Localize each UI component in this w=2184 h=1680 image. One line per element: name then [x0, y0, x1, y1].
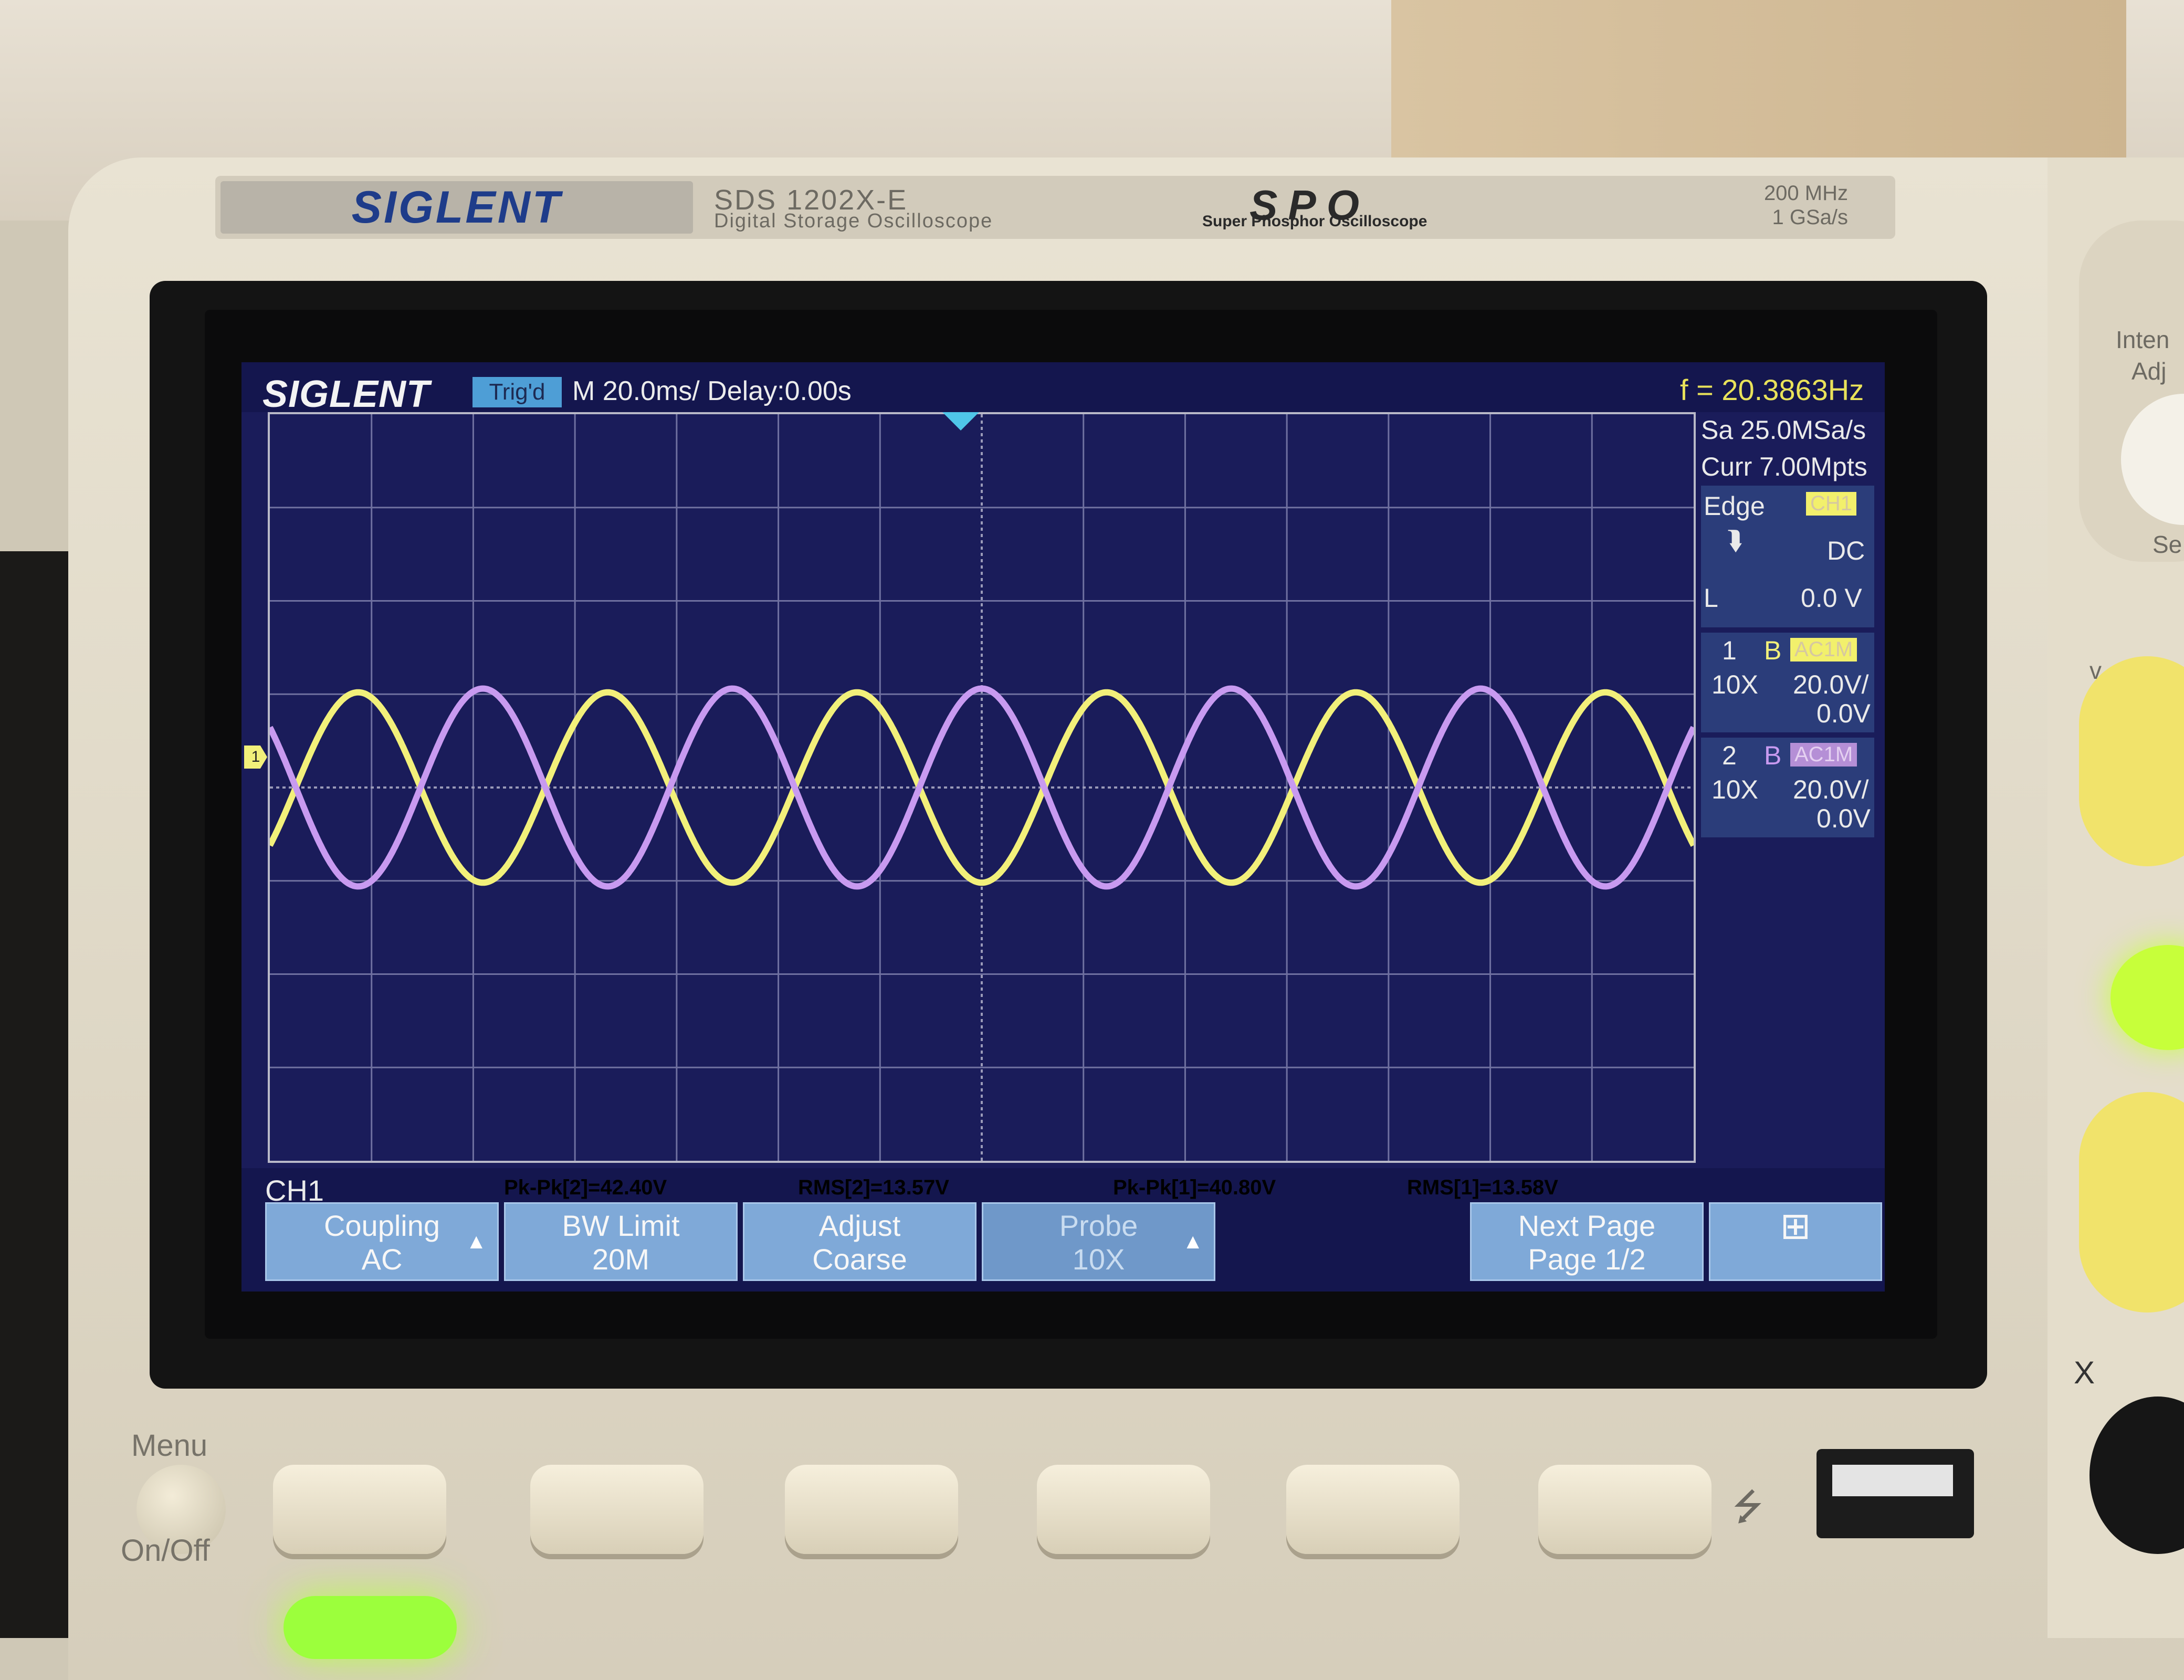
- screen-brand-logo: SIGLENT: [262, 373, 430, 415]
- timebase-readout: M 20.0ms/ Delay:0.00s: [572, 376, 852, 406]
- brand-logo: SIGLENT: [351, 182, 562, 233]
- ch1-vertical-knob[interactable]: [2079, 656, 2184, 866]
- next-page-softkey[interactable]: Next Page Page 1/2: [1470, 1202, 1704, 1281]
- softkey-3-button[interactable]: [785, 1465, 958, 1554]
- trigger-position-marker: [942, 412, 979, 430]
- vertical-label: v: [2090, 657, 2102, 684]
- measurement-rms-ch1: RMS[1]=13.58V: [1407, 1176, 1558, 1199]
- coupling-softkey-title: Coupling: [323, 1209, 440, 1242]
- adjust-softkey-title: Adjust: [818, 1209, 901, 1242]
- network-icon[interactable]: ⊞: [1709, 1202, 1882, 1281]
- select-label: Se: [2152, 531, 2182, 558]
- ch2-offset: 0.0V: [1816, 804, 1871, 833]
- ch1-position-knob[interactable]: [2079, 1092, 2184, 1312]
- adjust-label: Adj: [2132, 358, 2167, 385]
- falling-edge-icon: ⮯: [1727, 526, 1743, 555]
- waveform-grid: [268, 412, 1696, 1163]
- adjust-softkey[interactable]: Adjust Coarse: [743, 1202, 976, 1281]
- brand-plate: SIGLENT: [220, 181, 693, 234]
- info-side-panel: Sa 25.0MSa/s Curr 7.00Mpts Edge CH1 ⮯ DC…: [1701, 412, 1880, 1173]
- waveform-plot: [270, 414, 1694, 1161]
- coupling-softkey[interactable]: Coupling AC ▲: [265, 1202, 499, 1281]
- softkey-1-button[interactable]: [273, 1465, 446, 1554]
- trigger-source-tag: CH1: [1806, 492, 1857, 516]
- spec-label: 200 MHz 1 GSa/s: [1690, 181, 1848, 229]
- softkey-6-button[interactable]: [1538, 1465, 1712, 1554]
- ch1-probe: 10X: [1712, 670, 1758, 699]
- usb-port-slot: [1832, 1465, 1953, 1496]
- background-dark-area: [0, 551, 74, 1638]
- sample-rate-spec: 1 GSa/s: [1772, 206, 1848, 229]
- ch1-ground-marker[interactable]: 1: [244, 746, 267, 769]
- bw-limit-softkey[interactable]: BW Limit 20M: [504, 1202, 738, 1281]
- trigger-coupling: DC: [1827, 536, 1865, 565]
- ch1-bw-flag: B: [1764, 636, 1782, 665]
- adjust-softkey-value: Coarse: [812, 1243, 907, 1276]
- next-page-softkey-value: Page 1/2: [1528, 1243, 1646, 1276]
- ch2-number: 2: [1722, 741, 1737, 770]
- oscilloscope-screen: SIGLENT Trig'd M 20.0ms/ Delay:0.00s f =…: [242, 362, 1885, 1292]
- measurement-pkpk-ch2: Pk-Pk[2]=42.40V: [504, 1176, 667, 1199]
- softkey-2-button[interactable]: [530, 1465, 704, 1554]
- trigger-type: Edge: [1704, 491, 1765, 521]
- ch2-bw-flag: B: [1764, 741, 1782, 770]
- power-indicator-led: [284, 1596, 457, 1659]
- sample-rate-readout: Sa 25.0MSa/s: [1701, 415, 1866, 445]
- ch2-scale: 20.0V/: [1793, 775, 1869, 804]
- probe-softkey-value: 10X: [1072, 1243, 1125, 1276]
- bw-limit-softkey-value: 20M: [592, 1243, 649, 1276]
- arrow-up-icon: ▲: [466, 1230, 487, 1253]
- ch1-number: 1: [1722, 636, 1737, 665]
- bandwidth-spec: 200 MHz: [1763, 182, 1848, 205]
- softkey-4-button[interactable]: [1037, 1465, 1210, 1554]
- ch1-offset: 0.0V: [1816, 699, 1871, 728]
- probe-softkey[interactable]: Probe 10X ▲: [982, 1202, 1215, 1281]
- bw-limit-softkey-title: BW Limit: [562, 1209, 680, 1242]
- ch2-probe: 10X: [1712, 775, 1758, 804]
- model-subtitle: Digital Storage Oscilloscope: [714, 210, 993, 232]
- probe-softkey-title: Probe: [1059, 1209, 1138, 1242]
- arrow-up-icon: ▲: [1182, 1230, 1203, 1253]
- frequency-readout: f = 20.3863Hz: [1680, 373, 1864, 406]
- measurement-rms-ch2: RMS[2]=13.57V: [798, 1176, 949, 1199]
- onoff-label: On/Off: [121, 1534, 210, 1568]
- coupling-softkey-value: AC: [361, 1243, 403, 1276]
- ch1-scale: 20.0V/: [1793, 670, 1869, 699]
- next-page-softkey-title: Next Page: [1518, 1209, 1656, 1242]
- measurement-pkpk-ch1: Pk-Pk[1]=40.80V: [1113, 1176, 1276, 1199]
- memory-depth-readout: Curr 7.00Mpts: [1701, 452, 1867, 481]
- usb-icon: ⭍: [1732, 1486, 1763, 1527]
- horizontal-label: X: [2074, 1355, 2095, 1390]
- spo-subtitle: Super Phosphor Oscilloscope: [1202, 213, 1427, 230]
- intensity-label: Inten: [2116, 326, 2170, 353]
- ch2-coupling-tag: AC1M: [1790, 743, 1857, 766]
- trigger-status-badge: Trig'd: [472, 377, 562, 407]
- trigger-level-label: L: [1704, 583, 1718, 613]
- background-shelf: [1391, 0, 2126, 158]
- ch1-coupling-tag: AC1M: [1790, 638, 1857, 662]
- softkey-5-button[interactable]: [1286, 1465, 1460, 1554]
- trigger-level: 0.0 V: [1801, 583, 1862, 613]
- menu-label: Menu: [131, 1429, 208, 1463]
